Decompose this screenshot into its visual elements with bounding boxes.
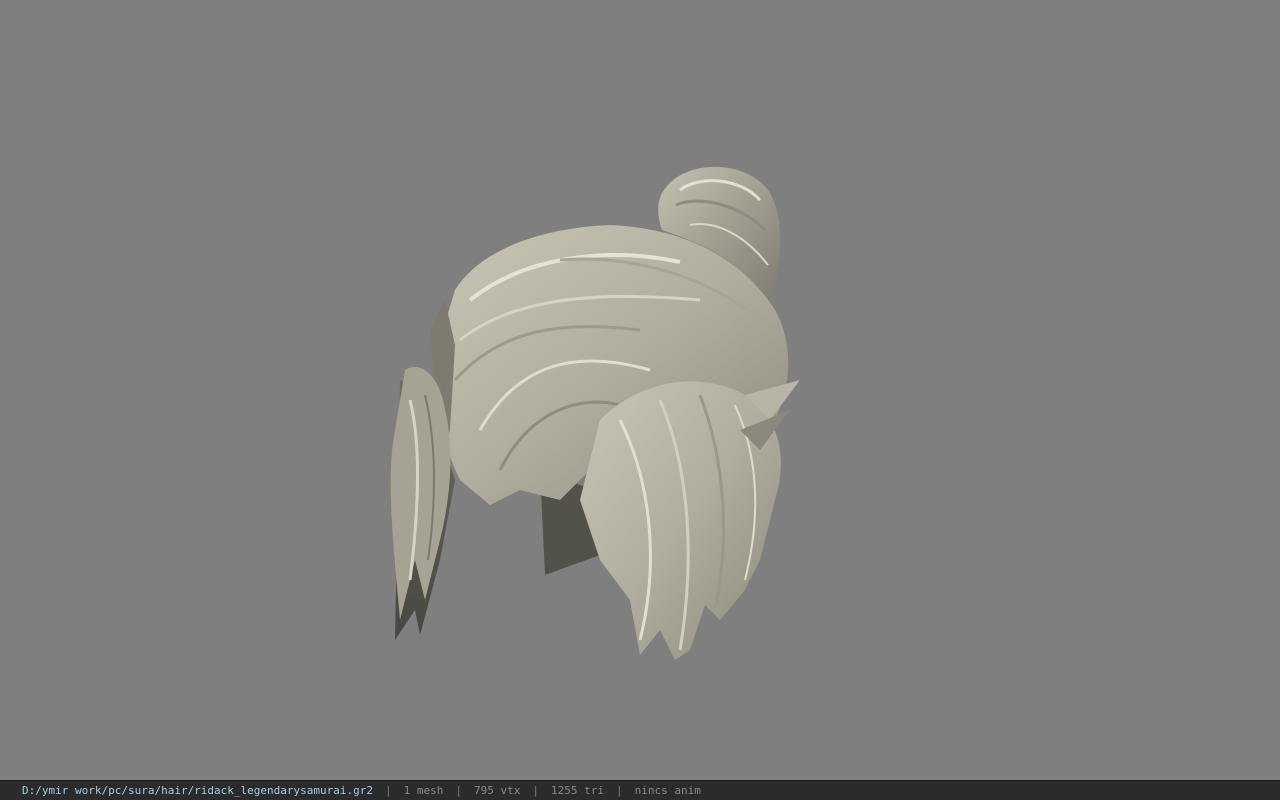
separator: | xyxy=(532,784,539,797)
model-viewport[interactable] xyxy=(0,0,1280,780)
status-bar: D:/ymir work/pc/sura/hair/ridack_legenda… xyxy=(0,780,1280,800)
hair-model-render xyxy=(390,166,800,660)
hair-left-lock xyxy=(390,366,451,620)
separator: | xyxy=(615,784,623,797)
mesh-count-label: 1 mesh xyxy=(403,784,444,797)
separator: | xyxy=(455,784,462,797)
separator: | xyxy=(385,784,392,797)
file-path-label: D:/ymir work/pc/sura/hair/ridack_legenda… xyxy=(22,784,373,797)
triangle-count-label: 1255 tri xyxy=(550,784,604,797)
vertex-count-label: 795 vtx xyxy=(474,784,521,797)
animation-status-label: nincs anim xyxy=(634,784,701,797)
hair-right-front-strands xyxy=(580,381,781,660)
